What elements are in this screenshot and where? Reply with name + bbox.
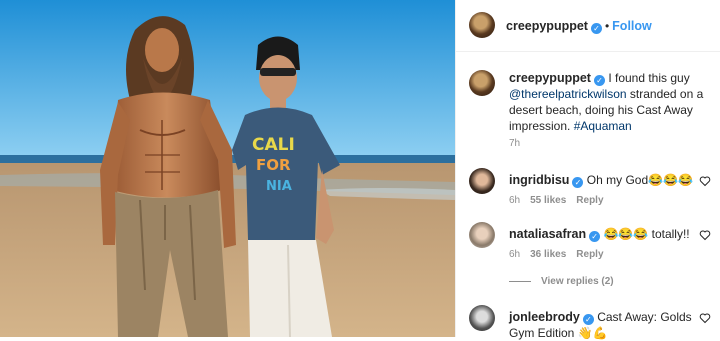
comments-panel: creepypuppet ✓ • Follow creepypuppet ✓ I fou… <box>455 0 720 340</box>
comment-likes[interactable]: 55 likes <box>530 195 566 206</box>
replies-divider <box>509 280 531 282</box>
caption-username[interactable]: creepypuppet <box>509 71 591 85</box>
comment-body: 😂😂😂 totally!! <box>603 227 690 241</box>
comment-username[interactable]: nataliasafran <box>509 227 586 241</box>
post-header: creepypuppet ✓ • Follow <box>456 0 720 52</box>
separator-dot: • <box>604 19 610 33</box>
avatar[interactable] <box>469 12 495 38</box>
view-replies-label: View replies (2) <box>541 276 614 287</box>
verified-badge-icon: ✓ <box>572 177 584 188</box>
comment-username[interactable]: ingridbisu <box>509 173 569 187</box>
header-user: creepypuppet ✓ • Follow <box>506 17 652 35</box>
heart-icon[interactable] <box>699 175 711 187</box>
svg-text:FOR: FOR <box>256 156 291 174</box>
comment-avatar[interactable] <box>469 222 495 248</box>
comment-text: ingridbisu ✓ Oh my God😂😂😂 <box>509 172 699 188</box>
comment-time: 6h <box>509 249 521 260</box>
reply-button[interactable]: Reply <box>576 249 603 260</box>
heart-icon[interactable] <box>699 229 711 241</box>
beach-photo: CALI FOR NIA <box>0 0 455 337</box>
post-photo[interactable]: CALI FOR NIA <box>0 0 455 337</box>
comment-time: 6h <box>509 195 521 206</box>
comment-avatar[interactable] <box>469 168 495 194</box>
caption-lead: I found this guy <box>608 71 690 85</box>
verified-badge-icon: ✓ <box>593 75 605 86</box>
view-replies-button[interactable]: View replies (2) <box>509 276 614 287</box>
reply-button[interactable]: Reply <box>576 195 603 206</box>
heart-icon[interactable] <box>699 312 711 324</box>
verified-badge-icon: ✓ <box>590 23 602 34</box>
comment-username[interactable]: jonleebrody <box>509 310 580 324</box>
comment-likes[interactable]: 36 likes <box>530 249 566 260</box>
header-username[interactable]: creepypuppet <box>506 19 588 33</box>
comment-text: nataliasafran ✓ 😂😂😂 totally!! <box>509 226 699 242</box>
comment-body: Oh my God😂😂😂 <box>586 173 693 187</box>
follow-button[interactable]: Follow <box>612 19 652 33</box>
comment-text: jonleebrody ✓ Cast Away: Golds Gym Editio… <box>509 309 699 341</box>
svg-text:CALI: CALI <box>252 135 295 155</box>
mention-link[interactable]: @thereelpatrickwilson <box>509 87 627 101</box>
comment-meta: 6h 55 likes Reply <box>509 195 614 206</box>
comment-meta: 6h 36 likes Reply <box>509 249 614 260</box>
caption-avatar[interactable] <box>469 70 495 96</box>
comment-avatar[interactable] <box>469 305 495 331</box>
verified-badge-icon: ✓ <box>582 314 594 325</box>
post-time[interactable]: 7h <box>509 138 520 149</box>
verified-badge-icon: ✓ <box>589 231 601 242</box>
svg-text:NIA: NIA <box>266 179 292 194</box>
caption-text: creepypuppet ✓ I found this guy @thereelp… <box>509 70 714 134</box>
hashtag-link[interactable]: #Aquaman <box>574 119 632 133</box>
